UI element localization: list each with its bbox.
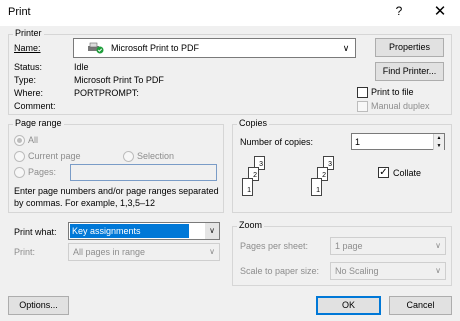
chevron-down-icon: ∨: [205, 223, 219, 239]
page-range-hint-1: Enter page numbers and/or page ranges se…: [14, 186, 219, 196]
ok-button[interactable]: OK: [316, 296, 381, 315]
status-label: Status:: [14, 62, 43, 72]
copies-legend: Copies: [237, 118, 270, 128]
page-range-hint-2: by commas. For example, 1,3,5–12: [14, 198, 156, 208]
close-button[interactable]: ✕: [433, 2, 447, 20]
chevron-down-icon: ∨: [435, 241, 441, 250]
scale-to-paper-size-value: No Scaling: [335, 266, 379, 276]
chevron-down-icon: ∨: [435, 266, 441, 275]
print-to-file-checkbox[interactable]: [357, 87, 368, 98]
window-title: Print: [8, 6, 31, 18]
chevron-down-icon: ∨: [342, 43, 350, 53]
number-of-copies-input[interactable]: 1 ▲ ▼: [351, 133, 445, 150]
pages-per-sheet-select[interactable]: 1 page ∨: [330, 237, 446, 255]
properties-button[interactable]: Properties: [375, 38, 444, 57]
collate-checkbox[interactable]: ✓: [378, 167, 389, 178]
status-value: Idle: [74, 62, 89, 72]
where-label: Where:: [14, 88, 44, 98]
pages-per-sheet-label: Pages per sheet:: [240, 241, 309, 251]
print-value: All pages in range: [73, 247, 146, 257]
current-page-label: Current page: [28, 151, 81, 161]
options-button[interactable]: Options...: [8, 296, 69, 315]
selection-label: Selection: [137, 151, 175, 161]
check-icon: ✓: [379, 167, 388, 178]
print-what-label: Print what:: [14, 227, 57, 237]
help-button[interactable]: ?: [392, 4, 406, 18]
print-what-value: Key assignments: [70, 224, 189, 238]
comment-label: Comment:: [14, 101, 56, 111]
all-label: All: [28, 135, 39, 145]
print-label: Print:: [14, 247, 36, 257]
collate-page-1a: 1: [242, 178, 253, 196]
pages-per-sheet-value: 1 page: [335, 241, 363, 251]
all-radio[interactable]: [14, 135, 25, 146]
printer-name-select[interactable]: Microsoft Print to PDF ∨: [73, 38, 356, 58]
printer-group-legend: Printer: [13, 28, 44, 38]
scale-to-paper-size-label: Scale to paper size:: [240, 266, 320, 276]
chevron-down-icon: ∨: [209, 247, 215, 256]
spin-up-icon[interactable]: ▲: [433, 134, 444, 142]
cancel-button[interactable]: Cancel: [389, 296, 452, 315]
number-of-copies-label: Number of copies:: [240, 137, 314, 147]
collate-label: Collate: [393, 168, 422, 178]
pages-input[interactable]: [70, 164, 217, 181]
printer-name-label: Name:: [14, 43, 41, 53]
collate-page-1c: 1: [311, 178, 322, 196]
print-to-file-label: Print to file: [371, 87, 414, 97]
find-printer-button[interactable]: Find Printer...: [375, 62, 444, 81]
selection-radio[interactable]: [123, 151, 134, 162]
title-bar: [0, 0, 460, 26]
print-select[interactable]: All pages in range ∨: [68, 243, 220, 261]
type-label: Type:: [14, 75, 37, 85]
number-of-copies-value: 1: [355, 137, 361, 147]
print-what-select[interactable]: Key assignments ∨: [68, 222, 220, 240]
page-range-legend: Page range: [13, 118, 64, 128]
manual-duplex-label: Manual duplex: [371, 101, 430, 111]
type-value: Microsoft Print To PDF: [74, 75, 164, 85]
pages-label: Pages:: [28, 167, 57, 177]
printer-icon: [86, 42, 104, 54]
where-value: PORTPROMPT:: [74, 88, 139, 98]
manual-duplex-checkbox[interactable]: [357, 101, 368, 112]
zoom-legend: Zoom: [237, 220, 265, 230]
spin-down-icon[interactable]: ▼: [433, 142, 444, 150]
pages-radio[interactable]: [14, 167, 25, 178]
printer-name-value: Microsoft Print to PDF: [111, 43, 200, 53]
collate-illustration: 3 2 1 3 3 2 1: [240, 156, 340, 202]
current-page-radio[interactable]: [14, 151, 25, 162]
scale-to-paper-size-select[interactable]: No Scaling ∨: [330, 262, 446, 280]
